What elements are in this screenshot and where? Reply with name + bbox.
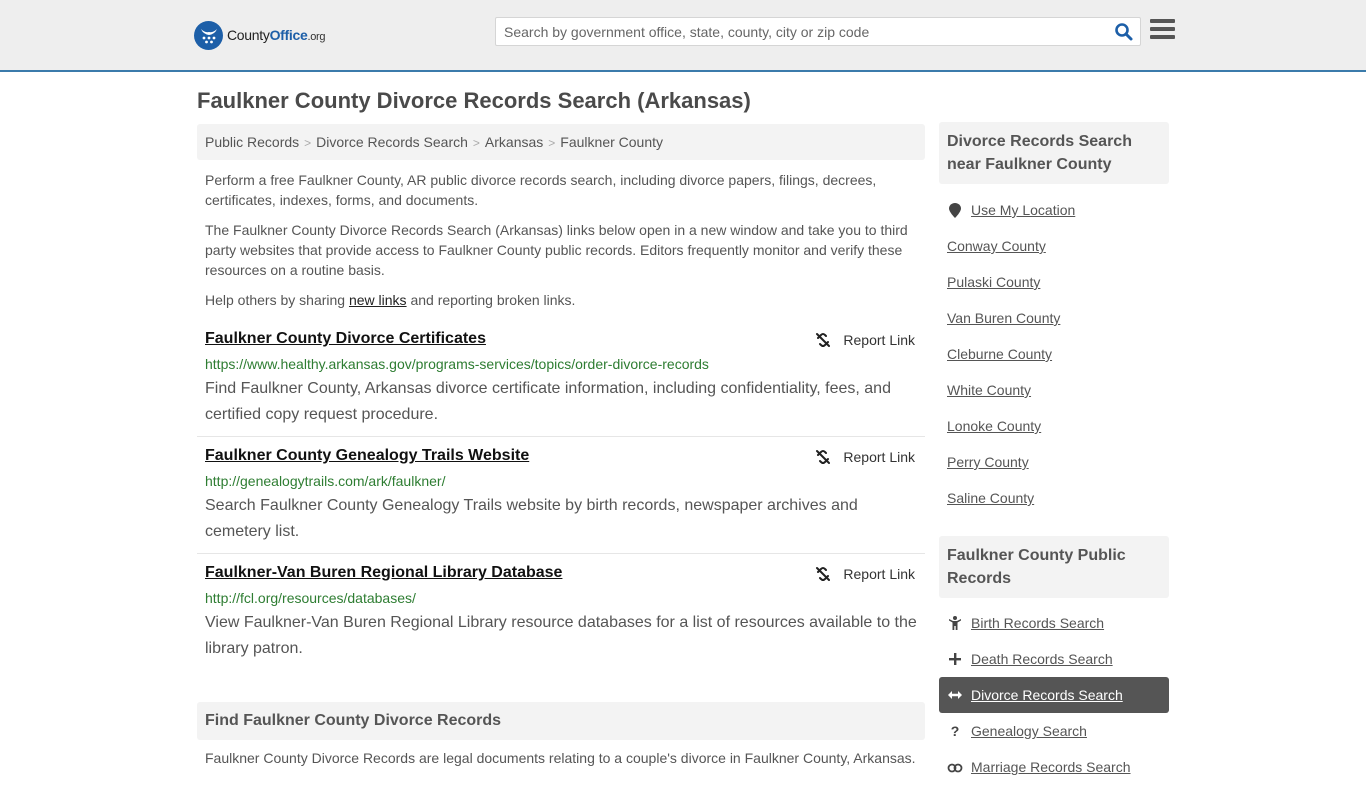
hamburger-menu-button[interactable] <box>1150 19 1175 41</box>
search-icon <box>1115 23 1133 41</box>
intro-text: Help others by sharing <box>205 292 349 308</box>
logo-county: County <box>227 27 270 43</box>
sidebar-item-genealogy[interactable]: ? Genealogy Search <box>939 713 1169 749</box>
sidebar-item-marriage-records[interactable]: Marriage Records Search <box>939 749 1169 785</box>
death-records-link[interactable]: Death Records Search <box>971 651 1113 667</box>
broken-link-icon <box>816 567 831 581</box>
result-url[interactable]: http://genealogytrails.com/ark/faulkner/ <box>205 473 445 489</box>
site-header: CountyOffice.org <box>0 0 1366 72</box>
intro-paragraph-3: Help others by sharing new links and rep… <box>205 290 917 310</box>
nearby-county-link[interactable]: Van Buren County <box>947 310 1060 326</box>
result-item: Faulkner-Van Buren Regional Library Data… <box>197 564 925 671</box>
use-my-location-link[interactable]: Use My Location <box>971 202 1075 218</box>
menu-bar <box>1150 19 1175 23</box>
birth-records-link[interactable]: Birth Records Search <box>971 615 1104 631</box>
logo-org: .org <box>307 31 326 43</box>
breadcrumb-faulkner-county[interactable]: Faulkner County <box>560 134 663 150</box>
nearby-section-title: Divorce Records Search near Faulkner Cou… <box>939 122 1169 184</box>
report-link-label: Report Link <box>843 566 915 582</box>
nearby-county-link[interactable]: Cleburne County <box>947 346 1052 362</box>
result-url[interactable]: http://fcl.org/resources/databases/ <box>205 590 416 606</box>
site-logo[interactable]: CountyOffice.org <box>194 20 326 50</box>
nearby-county-link[interactable]: Lonoke County <box>947 418 1041 434</box>
breadcrumb-separator: > <box>304 136 312 150</box>
logo-office: Office <box>269 27 308 43</box>
menu-bar <box>1150 35 1175 39</box>
report-link-button[interactable]: Report Link <box>815 332 915 348</box>
result-description: View Faulkner-Van Buren Regional Library… <box>205 614 917 657</box>
find-section-text: Faulkner County Divorce Records are lega… <box>205 750 916 766</box>
search-input[interactable] <box>496 18 1096 45</box>
result-title-link[interactable]: Faulkner County Genealogy Trails Website <box>205 447 529 465</box>
report-link-label: Report Link <box>843 449 915 465</box>
result-title-link[interactable]: Faulkner County Divorce Certificates <box>205 330 486 348</box>
intro-text: and reporting broken links. <box>406 292 576 308</box>
nearby-county-link[interactable]: Saline County <box>947 490 1034 506</box>
nearby-county-link[interactable]: Conway County <box>947 238 1046 254</box>
report-link-label: Report Link <box>843 332 915 348</box>
plus-icon <box>947 653 963 665</box>
map-marker-icon <box>947 202 963 218</box>
breadcrumb-public-records[interactable]: Public Records <box>205 134 299 150</box>
broken-link-icon <box>816 333 831 347</box>
divorce-records-link[interactable]: Divorce Records Search <box>971 687 1123 703</box>
breadcrumb-separator: > <box>548 136 556 150</box>
sidebar-item-birth-records[interactable]: Birth Records Search <box>939 605 1169 641</box>
question-icon: ? <box>950 723 960 739</box>
breadcrumb-arkansas[interactable]: Arkansas <box>485 134 543 150</box>
result-description: Search Faulkner County Genealogy Trails … <box>205 497 858 540</box>
new-links-link[interactable]: new links <box>349 292 407 308</box>
intro-paragraph-2: The Faulkner County Divorce Records Sear… <box>205 222 908 278</box>
broken-link-icon <box>816 450 831 464</box>
intro-paragraph-1: Perform a free Faulkner County, AR publi… <box>205 172 877 208</box>
result-title-link[interactable]: Faulkner-Van Buren Regional Library Data… <box>205 564 562 582</box>
result-item: Faulkner County Divorce Certificates Rep… <box>197 330 925 437</box>
nearby-county-link[interactable]: Pulaski County <box>947 274 1040 290</box>
nearby-county-link[interactable]: Perry County <box>947 454 1029 470</box>
breadcrumb-separator: > <box>472 136 480 150</box>
marriage-records-link[interactable]: Marriage Records Search <box>971 759 1131 775</box>
breadcrumb: Public Records > Divorce Records Search > Ar… <box>197 124 925 160</box>
result-item: Faulkner County Genealogy Trails Website… <box>197 447 925 554</box>
eagle-logo-icon <box>194 20 223 50</box>
nearby-county-link[interactable]: White County <box>947 382 1031 398</box>
menu-bar <box>1150 27 1175 31</box>
page-title: Faulkner County Divorce Records Search (… <box>197 88 751 113</box>
search-button[interactable] <box>1114 22 1134 42</box>
sidebar-item-death-records[interactable]: Death Records Search <box>939 641 1169 677</box>
breadcrumb-divorce-records-search[interactable]: Divorce Records Search <box>316 134 468 150</box>
genealogy-link[interactable]: Genealogy Search <box>971 723 1087 739</box>
child-icon <box>947 616 963 630</box>
sidebar-item-divorce-records[interactable]: Divorce Records Search <box>939 677 1169 713</box>
rings-icon <box>947 761 963 773</box>
result-url[interactable]: https://www.healthy.arkansas.gov/program… <box>205 356 709 372</box>
use-my-location[interactable]: Use My Location <box>939 192 1169 228</box>
search-box <box>495 17 1141 46</box>
result-description: Find Faulkner County, Arkansas divorce c… <box>205 380 891 423</box>
arrows-horizontal-icon <box>947 690 963 700</box>
report-link-button[interactable]: Report Link <box>815 566 915 582</box>
logo-text: CountyOffice.org <box>227 27 326 43</box>
public-records-section-title: Faulkner County Public Records <box>939 536 1169 598</box>
find-section-title: Find Faulkner County Divorce Records <box>197 702 925 740</box>
report-link-button[interactable]: Report Link <box>815 449 915 465</box>
